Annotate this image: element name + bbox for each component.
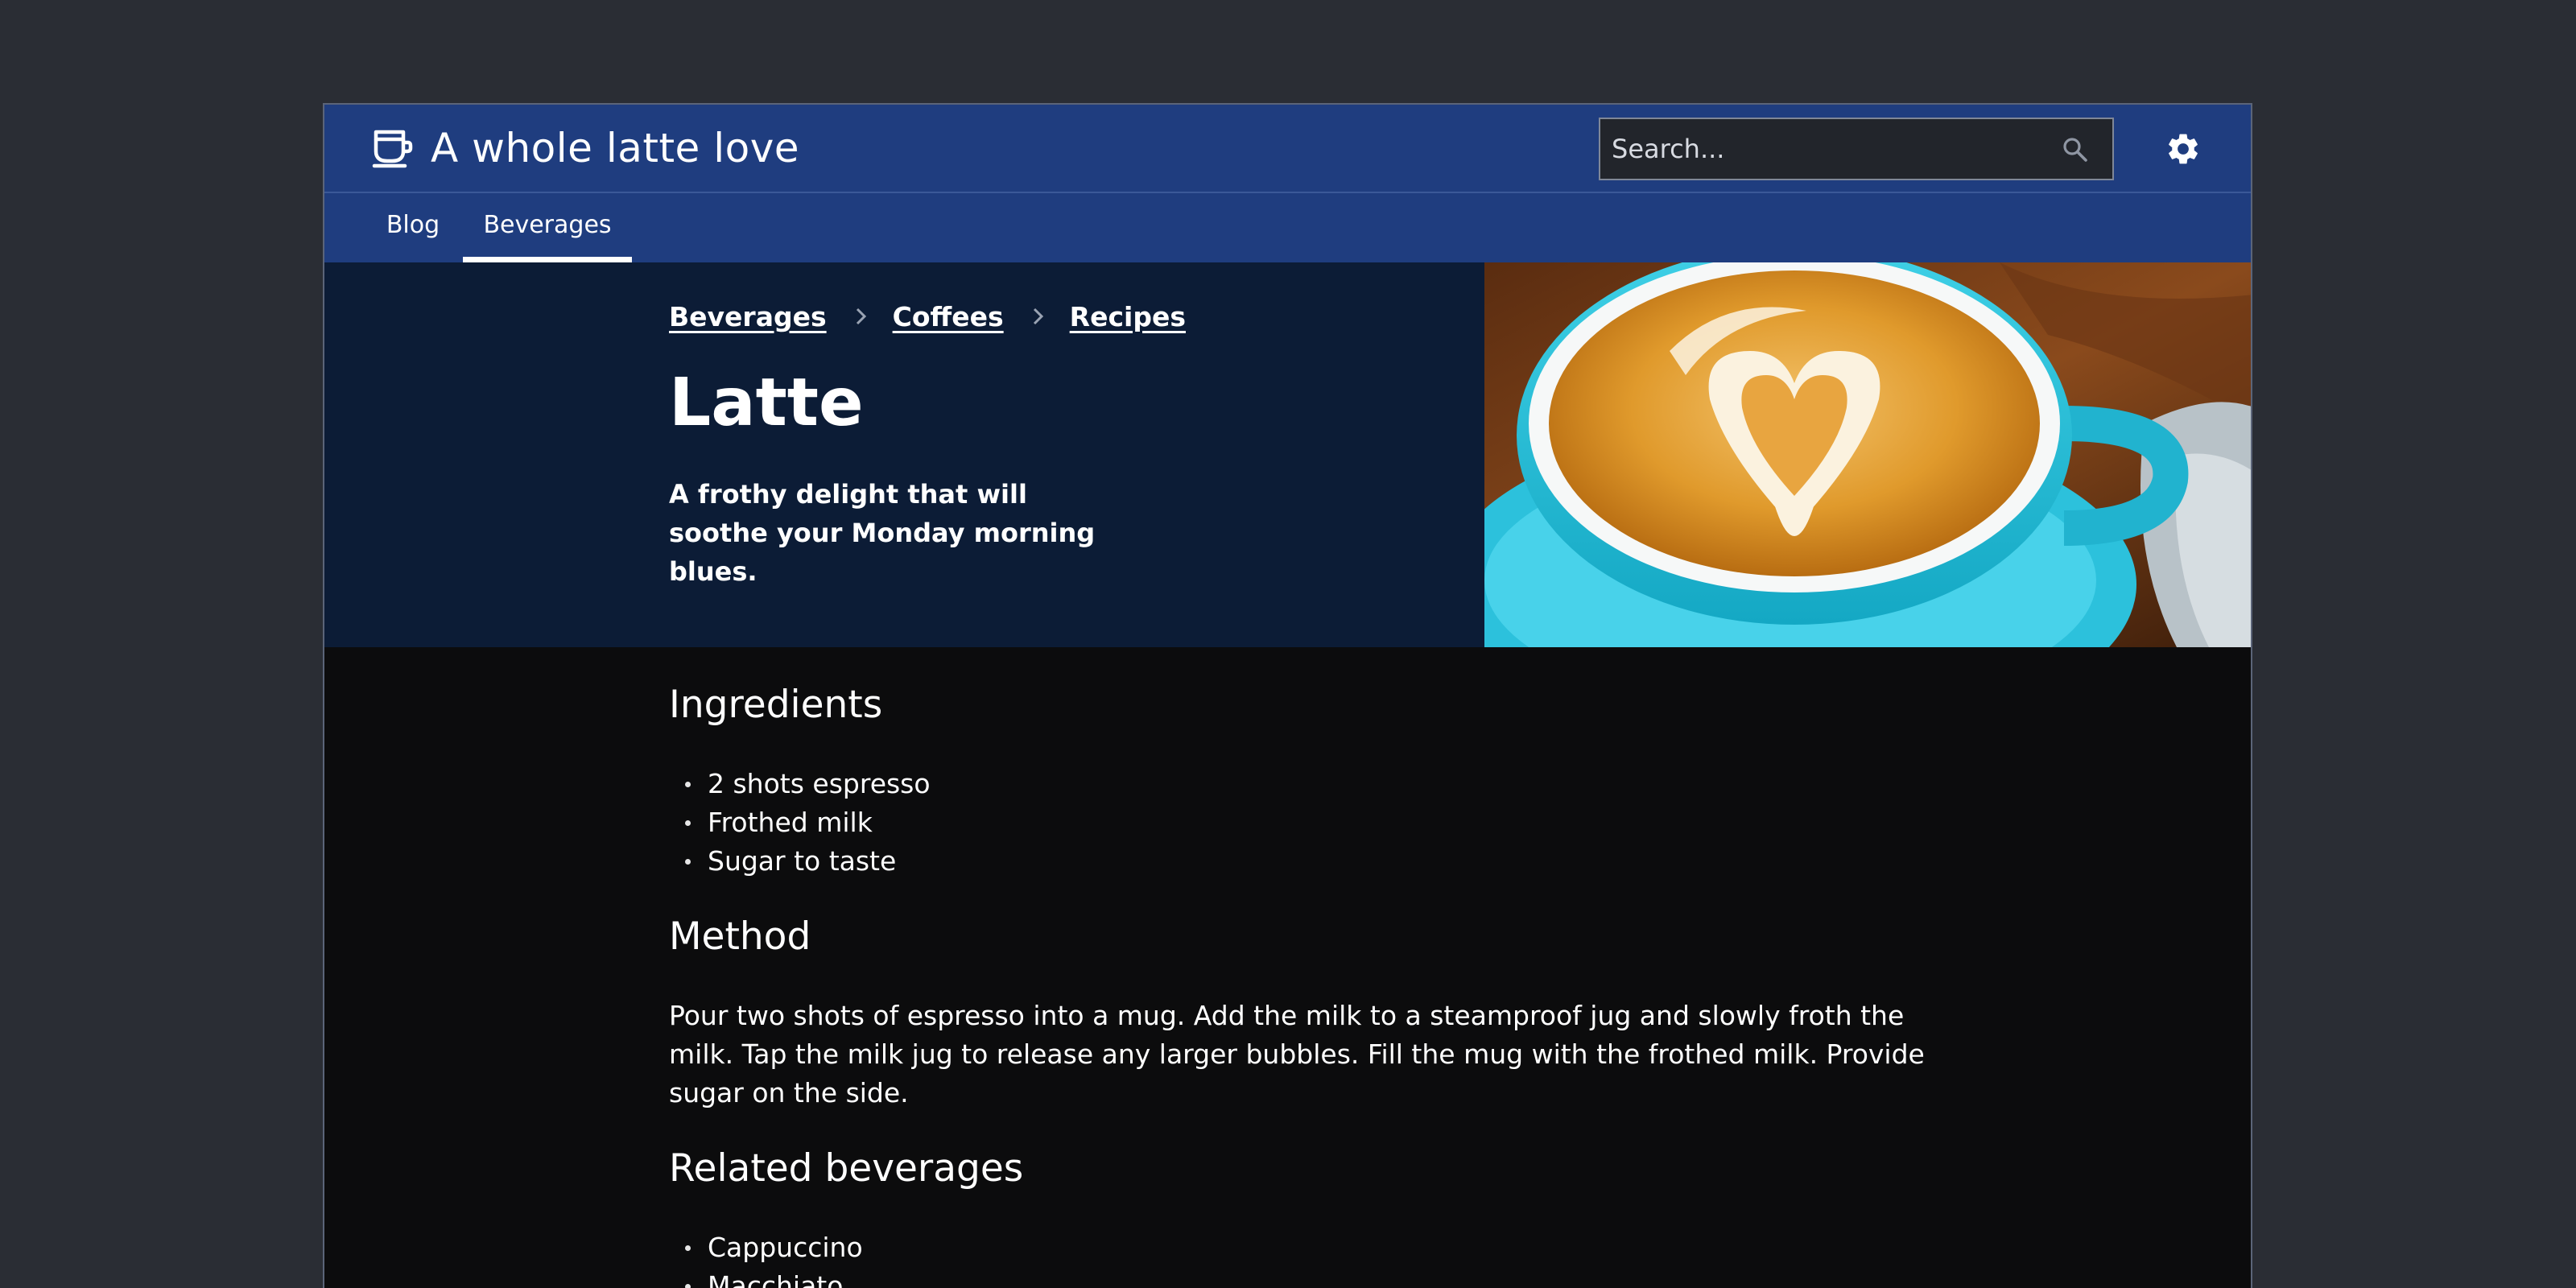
chevron-right-icon <box>1033 308 1043 325</box>
ingredients-list: 2 shots espresso Frothed milk Sugar to t… <box>669 765 931 881</box>
ingredients-heading: Ingredients <box>669 683 883 727</box>
app-title: A whole latte love <box>431 125 800 171</box>
list-item: 2 shots espresso <box>669 765 931 803</box>
top-bar: A whole latte love <box>324 105 2251 193</box>
method-paragraph: Pour two shots of espresso into a mug. A… <box>669 1000 1925 1108</box>
method-heading: Method <box>669 914 811 959</box>
breadcrumb-beverages[interactable]: Beverages <box>669 301 827 332</box>
tab-blog[interactable]: Blog <box>373 193 453 262</box>
page-subtitle: A frothy delight that will soothe your M… <box>669 479 1096 587</box>
related-heading: Related beverages <box>669 1146 1024 1191</box>
breadcrumb-recipes[interactable]: Recipes <box>1070 301 1186 332</box>
app-window: A whole latte love Blog Beverages Bevera… <box>323 103 2252 1288</box>
list-item: Cappuccino <box>669 1228 863 1267</box>
related-list: Cappuccino Macchiato <box>669 1228 863 1288</box>
search-box[interactable] <box>1599 118 2114 180</box>
latte-photo <box>1484 262 2251 647</box>
coffee-cup-icon <box>372 130 413 168</box>
search-icon[interactable] <box>2061 135 2090 164</box>
list-item: Frothed milk <box>669 803 931 842</box>
list-item: Sugar to taste <box>669 842 931 881</box>
list-item: Macchiato <box>669 1267 863 1288</box>
gear-icon[interactable] <box>2165 130 2202 167</box>
nav-bar: Blog Beverages <box>324 193 2251 262</box>
chevron-right-icon <box>856 308 866 325</box>
page-title: Latte <box>669 365 864 441</box>
search-input[interactable] <box>1600 119 2112 179</box>
hero-banner: Beverages Coffees Recipes Latte A frothy… <box>324 262 2251 647</box>
tab-beverages[interactable]: Beverages <box>463 193 632 262</box>
breadcrumb-coffees[interactable]: Coffees <box>893 301 1004 332</box>
breadcrumb: Beverages Coffees Recipes <box>669 296 1186 336</box>
